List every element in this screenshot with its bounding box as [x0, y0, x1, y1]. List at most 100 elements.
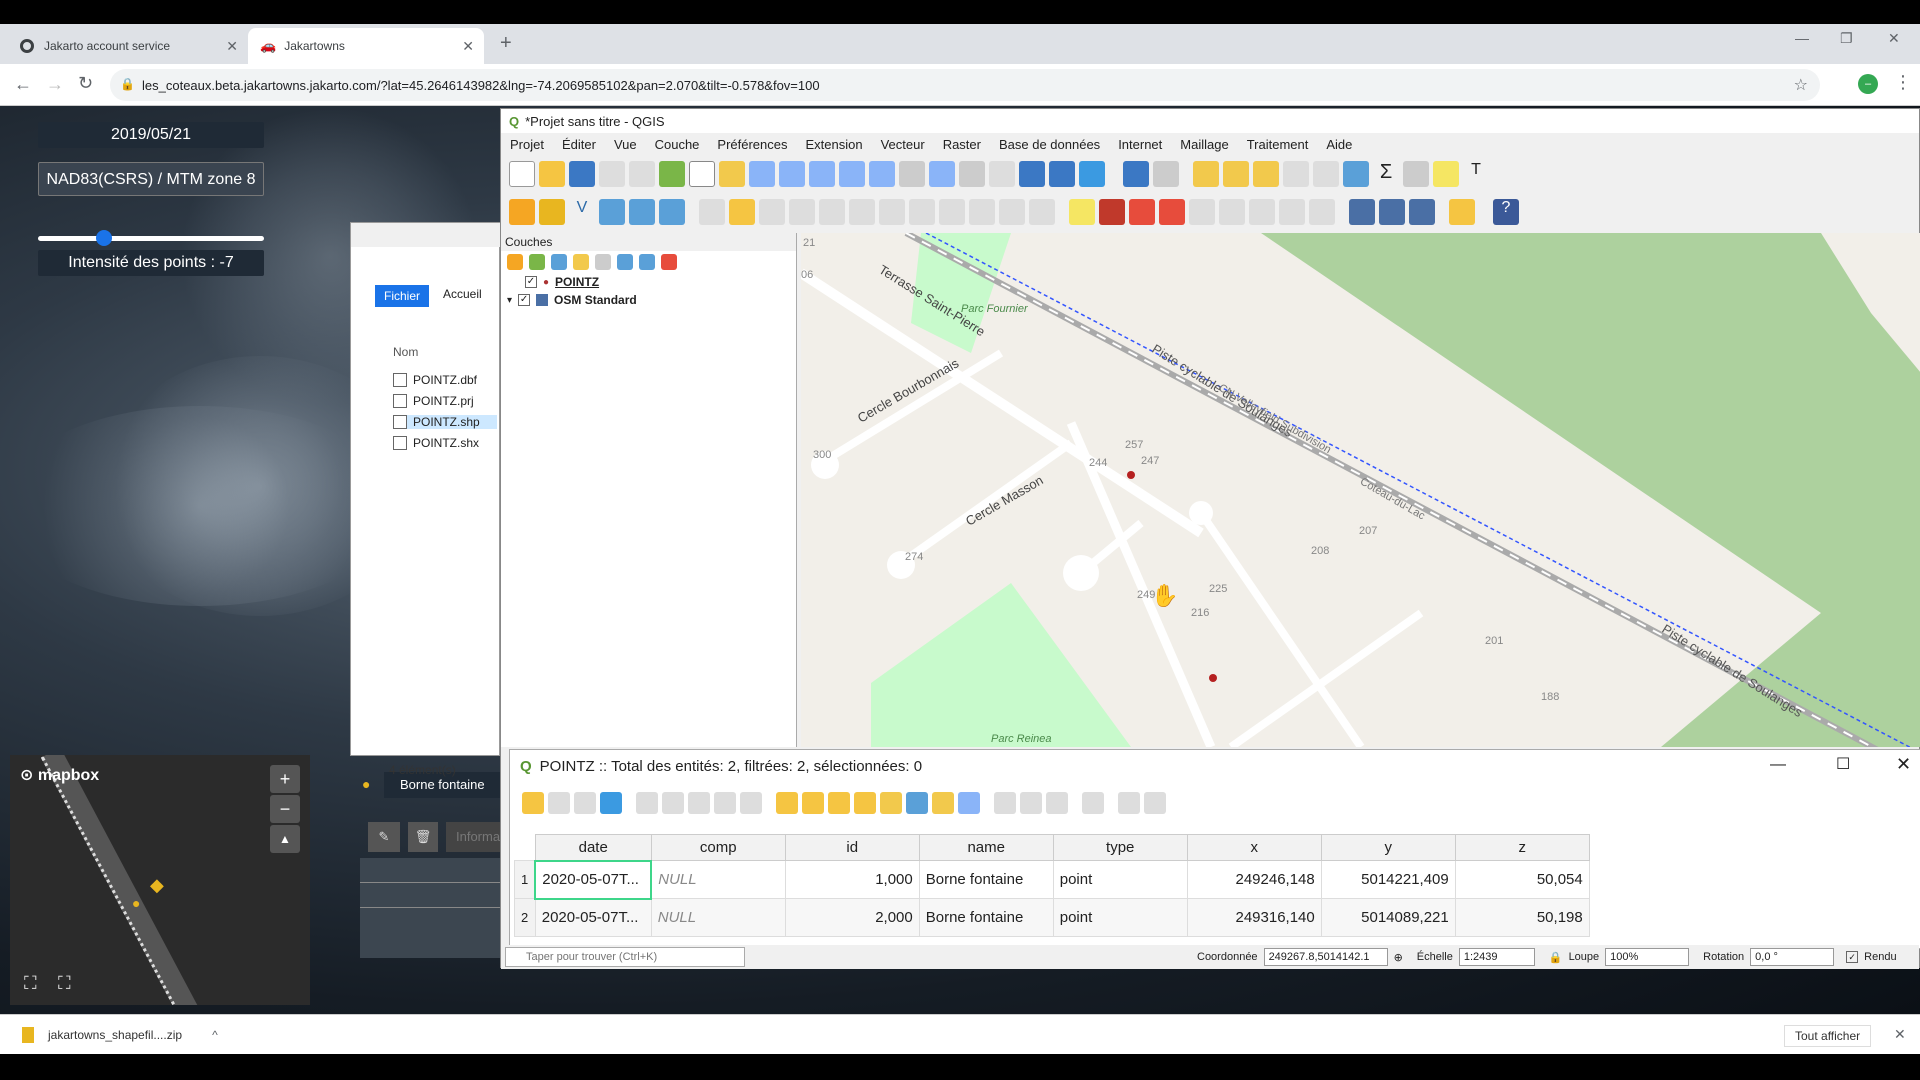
menu-aide[interactable]: Aide: [1317, 137, 1361, 152]
bookmark-star-icon[interactable]: ☆: [1794, 75, 1808, 95]
delete-icon[interactable]: 🗑: [408, 822, 438, 852]
actions-icon[interactable]: [1153, 161, 1179, 187]
file-item[interactable]: POINTZ.dbf: [393, 373, 477, 387]
coord-toggle-icon[interactable]: ⊕: [1394, 951, 1403, 964]
cut-features-icon[interactable]: [909, 199, 935, 225]
cell-y[interactable]: 5014089,221: [1320, 898, 1456, 937]
scale-field[interactable]: 1:2439: [1458, 948, 1535, 966]
column-header-z[interactable]: z: [1454, 834, 1590, 861]
zoom-full-icon[interactable]: [809, 161, 835, 187]
column-header-type[interactable]: type: [1052, 834, 1188, 861]
file-item-selected[interactable]: POINTZ.shp: [393, 415, 497, 429]
paste-features-icon[interactable]: [969, 199, 995, 225]
select-all-icon[interactable]: [802, 792, 824, 814]
menu-preferences[interactable]: Préférences: [708, 137, 796, 152]
edit-icon[interactable]: ✎: [368, 822, 400, 852]
help-icon[interactable]: ?: [1493, 199, 1519, 225]
tab-account-service[interactable]: Jakarto account service ✕: [8, 28, 248, 64]
menu-base-de-donnees[interactable]: Base de données: [990, 137, 1109, 152]
column-header-x[interactable]: x: [1186, 834, 1322, 861]
tab-file[interactable]: Fichier: [375, 285, 429, 307]
column-header-name[interactable]: name: [918, 834, 1054, 861]
map-tips-icon[interactable]: [1433, 161, 1459, 187]
table-row[interactable]: 1 2020-05-07T... NULL 1,000 Borne fontai…: [514, 859, 1590, 900]
new-project-icon[interactable]: [509, 161, 535, 187]
menu-editer[interactable]: Éditer: [553, 137, 605, 152]
reload-icon[interactable]: ↻: [78, 73, 93, 94]
field-calculator-icon[interactable]: [1046, 792, 1068, 814]
magnifier-field[interactable]: 100%: [1605, 948, 1690, 966]
close-icon[interactable]: ✕: [1896, 754, 1911, 775]
compass-icon[interactable]: ▲: [270, 825, 300, 853]
cell-z[interactable]: 50,054: [1454, 860, 1590, 899]
close-download-bar-icon[interactable]: ✕: [1894, 1026, 1906, 1043]
info-button[interactable]: Informa: [446, 822, 500, 852]
add-vector-icon[interactable]: [659, 199, 685, 225]
deselect-icon[interactable]: [854, 792, 876, 814]
paste-icon[interactable]: [740, 792, 762, 814]
callout-icon[interactable]: [1309, 199, 1335, 225]
menu-vue[interactable]: Vue: [605, 137, 646, 152]
menu-internet[interactable]: Internet: [1109, 137, 1171, 152]
filter-icon[interactable]: [573, 254, 589, 270]
column-header-id[interactable]: id: [784, 834, 920, 861]
save-edits-icon[interactable]: [759, 199, 785, 225]
cell-id[interactable]: 1,000: [784, 860, 920, 899]
actions-icon[interactable]: [1144, 792, 1166, 814]
cell-x[interactable]: 249246,148: [1186, 860, 1322, 899]
cell-name[interactable]: Borne fontaine: [918, 898, 1054, 937]
menu-couche[interactable]: Couche: [646, 137, 709, 152]
wfs-globe-icon[interactable]: [1379, 199, 1405, 225]
intensity-slider[interactable]: [38, 230, 264, 246]
new-tab-icon[interactable]: +: [500, 32, 512, 55]
cell-z[interactable]: 50,198: [1454, 898, 1590, 937]
map-canvas[interactable]: Terrasse Saint-Pierre Cercle Bourbonnais…: [801, 233, 1920, 747]
zoom-last-icon[interactable]: [929, 161, 955, 187]
column-header-y[interactable]: y: [1320, 834, 1456, 861]
cell-comp[interactable]: NULL: [650, 860, 786, 899]
filter-expression-icon[interactable]: [595, 254, 611, 270]
new-map-view-icon[interactable]: [989, 161, 1015, 187]
new-shapefile-icon[interactable]: V: [569, 199, 595, 225]
cell-x[interactable]: 249316,140: [1186, 898, 1322, 937]
layer-item-osm[interactable]: ▾ ✓ OSM Standard: [507, 293, 637, 307]
diagram-tool-icon[interactable]: [1099, 199, 1125, 225]
add-feature-icon[interactable]: [789, 199, 815, 225]
refresh-icon[interactable]: [1079, 161, 1105, 187]
show-all-button[interactable]: Tout afficher: [1784, 1025, 1872, 1047]
toggle-editing-icon[interactable]: [522, 792, 544, 814]
url-field[interactable]: 🔒 les_coteaux.beta.jakartowns.jakarto.co…: [110, 69, 1820, 101]
slider-thumb[interactable]: [96, 230, 112, 246]
filter-icon[interactable]: [880, 792, 902, 814]
cell-id[interactable]: 2,000: [784, 898, 920, 937]
pan-hand-icon[interactable]: [689, 161, 715, 187]
zoom-out-icon[interactable]: −: [270, 795, 300, 823]
layer-item-pointz[interactable]: ✓ ● POINTZ: [525, 275, 599, 289]
column-name[interactable]: Nom: [393, 345, 418, 359]
column-header-date[interactable]: date: [534, 834, 652, 861]
zoom-out-icon[interactable]: [779, 161, 805, 187]
fullscreen-icon[interactable]: ⛶: [24, 973, 37, 994]
back-icon[interactable]: ←: [14, 74, 32, 95]
tab-home[interactable]: Accueil: [443, 287, 482, 301]
coord-field[interactable]: 249267.8,5014142.1: [1263, 948, 1388, 966]
hydrant-pin-icon[interactable]: ●: [132, 895, 140, 911]
cell-type[interactable]: point: [1052, 860, 1188, 899]
measure-icon[interactable]: [1403, 161, 1429, 187]
select-features-icon[interactable]: [1193, 161, 1219, 187]
zoom-native-icon[interactable]: [899, 161, 925, 187]
minimize-icon[interactable]: —: [1770, 756, 1786, 774]
menu-maillage[interactable]: Maillage: [1171, 137, 1237, 152]
row-number[interactable]: 1: [514, 860, 536, 899]
maximize-icon[interactable]: ☐: [1836, 754, 1850, 774]
new-field-icon[interactable]: [994, 792, 1016, 814]
copy-icon[interactable]: [714, 792, 736, 814]
open-project-icon[interactable]: [539, 161, 565, 187]
new-temp-layer-icon[interactable]: [599, 199, 625, 225]
select-expression-icon[interactable]: [776, 792, 798, 814]
vertex-tool-icon[interactable]: [819, 199, 845, 225]
cut-icon[interactable]: [688, 792, 710, 814]
save-edits-icon[interactable]: [574, 792, 596, 814]
delete-feature-icon[interactable]: [662, 792, 684, 814]
expand-all-icon[interactable]: [617, 254, 633, 270]
